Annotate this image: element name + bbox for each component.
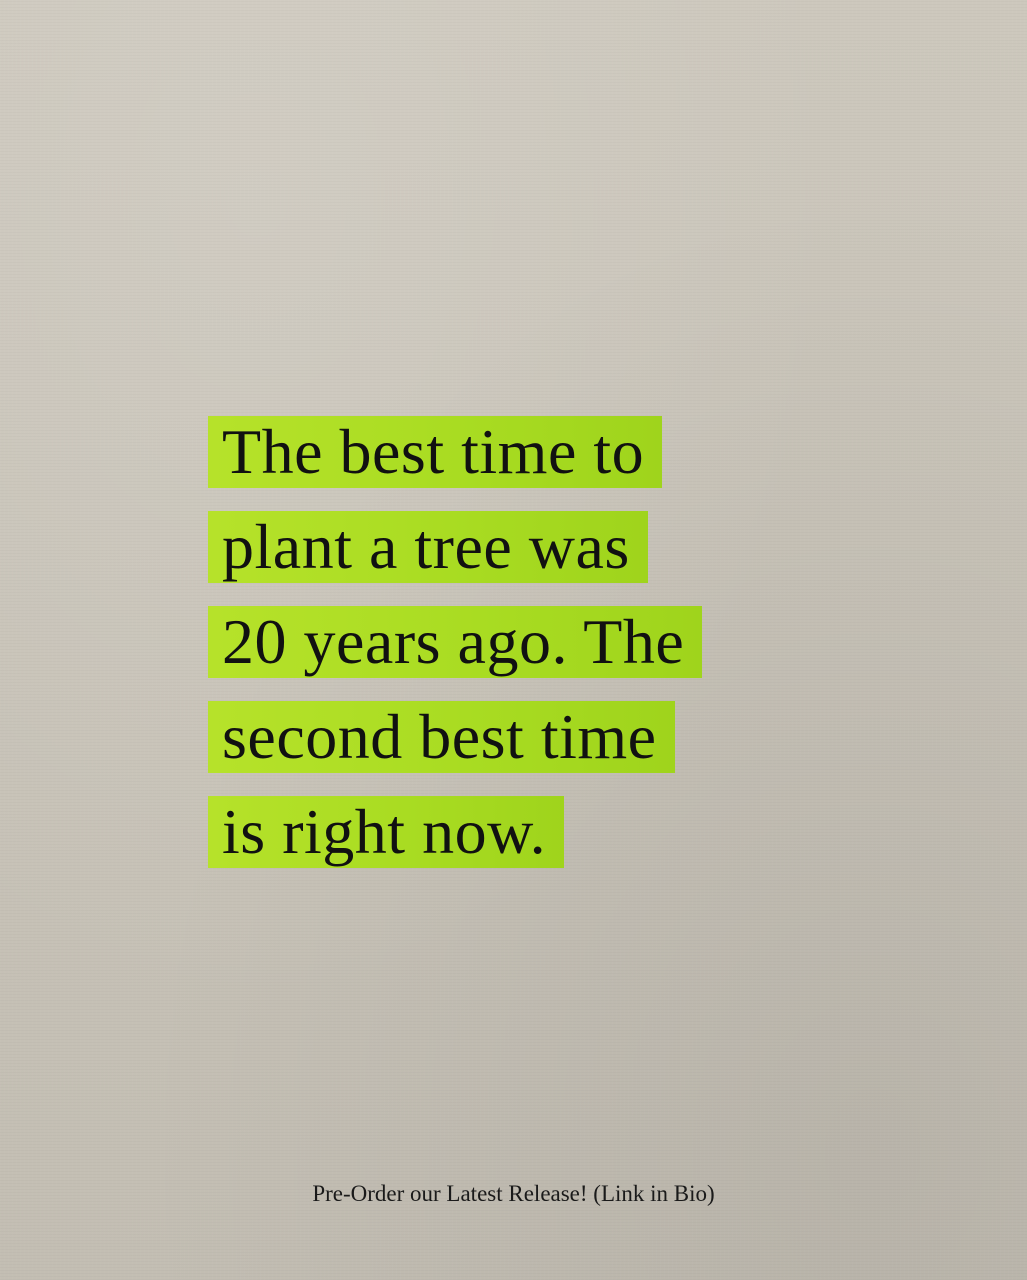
highlighted-quote: The best time to plant a tree was 20 yea… bbox=[208, 416, 703, 891]
highlight-strip: 20 years ago. The bbox=[208, 606, 703, 678]
preorder-caption: Pre-Order our Latest Release! (Link in B… bbox=[312, 1181, 715, 1206]
quote-line-2: plant a tree was bbox=[208, 511, 702, 583]
quote-line-4: second best time bbox=[208, 701, 702, 773]
highlight-strip: plant a tree was bbox=[208, 511, 648, 583]
quote-line-3: 20 years ago. The bbox=[208, 606, 703, 678]
quote-line-5: is right now. bbox=[208, 796, 702, 868]
highlight-strip: second best time bbox=[208, 701, 675, 773]
highlight-strip: is right now. bbox=[208, 796, 565, 868]
highlight-strip: The best time to bbox=[208, 416, 663, 488]
quote-line-1: The best time to bbox=[208, 416, 702, 488]
